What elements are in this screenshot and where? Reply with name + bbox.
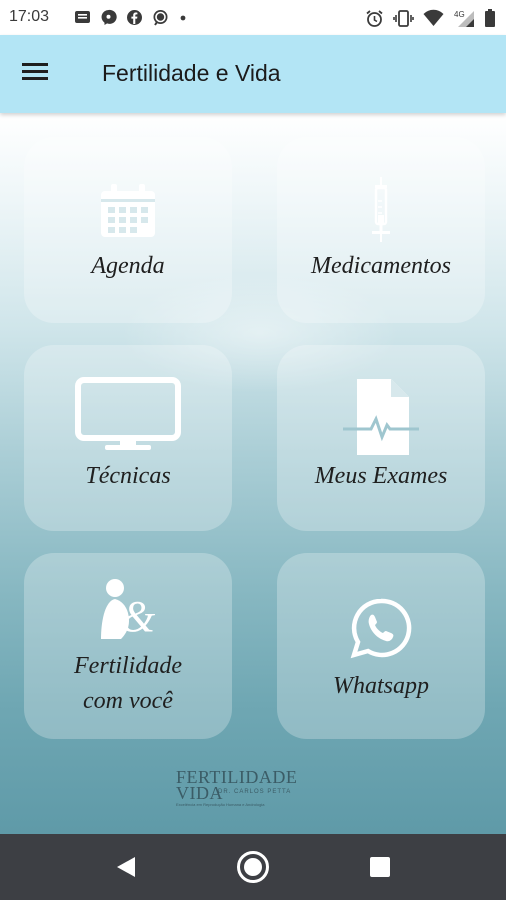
network-type-text: 4G xyxy=(454,10,465,19)
battery-icon xyxy=(485,9,495,27)
notification-icons xyxy=(74,9,188,26)
tile-label: Técnicas xyxy=(85,463,171,489)
whatsapp-icon xyxy=(350,598,412,659)
alarm-icon xyxy=(366,9,383,27)
svg-text:&: & xyxy=(121,592,156,641)
tile-medicamentos[interactable]: Medicamentos xyxy=(277,137,485,323)
app-bar: Fertilidade e Vida xyxy=(0,35,506,113)
system-nav-bar xyxy=(0,834,506,900)
tile-whatsapp[interactable]: Whatsapp xyxy=(277,553,485,739)
main-content: Agenda Medicamentos Técnicas Meus Exames… xyxy=(0,113,506,834)
tile-label: Medicamentos xyxy=(311,253,451,279)
recents-square-icon xyxy=(370,857,390,877)
tile-label: Meus Exames xyxy=(314,463,448,489)
tile-label-line2: com você xyxy=(83,688,173,714)
app-title: Fertilidade e Vida xyxy=(102,60,281,86)
logo-line4: Excelência em Reprodução Humana e Androl… xyxy=(176,802,265,807)
wifi-icon xyxy=(423,9,444,26)
status-bar: 17:03 4G xyxy=(0,0,506,35)
signal-4g-icon: 4G xyxy=(454,10,474,27)
home-button[interactable] xyxy=(213,834,293,900)
back-button[interactable] xyxy=(86,834,166,900)
vibrate-icon xyxy=(393,9,414,27)
chat-bubble-icon xyxy=(101,9,117,25)
facebook-icon xyxy=(127,10,142,25)
system-icons: 4G xyxy=(365,8,496,28)
recents-button[interactable] xyxy=(340,834,420,900)
status-time: 17:03 xyxy=(9,8,50,25)
hamburger-menu-icon[interactable] xyxy=(22,59,56,89)
medical-document-icon xyxy=(343,379,419,455)
tile-meus-exames[interactable]: Meus Exames xyxy=(277,345,485,531)
calendar-icon xyxy=(101,184,155,237)
tile-fertilidade-com-voce[interactable]: & Fertilidade com você xyxy=(24,553,232,739)
tile-agenda[interactable]: Agenda xyxy=(24,137,232,323)
fertilidade-vida-logo: FERTILIDADE VIDA DR. CARLOS PETTA Excelê… xyxy=(176,767,326,817)
home-circle-icon xyxy=(237,851,269,883)
messenger-icon xyxy=(153,10,168,26)
syringe-icon xyxy=(372,177,390,242)
tile-label: Agenda xyxy=(91,253,165,279)
back-triangle-icon xyxy=(117,857,135,877)
monitor-icon xyxy=(75,377,181,450)
tile-label: Whatsapp xyxy=(333,673,429,699)
dot-icon xyxy=(180,15,186,21)
logo-line2: VIDA xyxy=(176,783,223,803)
logo-line3: DR. CARLOS PETTA xyxy=(218,789,292,795)
tile-tecnicas[interactable]: Técnicas xyxy=(24,345,232,531)
tile-label-line1: Fertilidade xyxy=(74,653,182,679)
message-icon xyxy=(75,11,90,23)
pregnancy-ampersand-icon: & xyxy=(101,579,156,641)
